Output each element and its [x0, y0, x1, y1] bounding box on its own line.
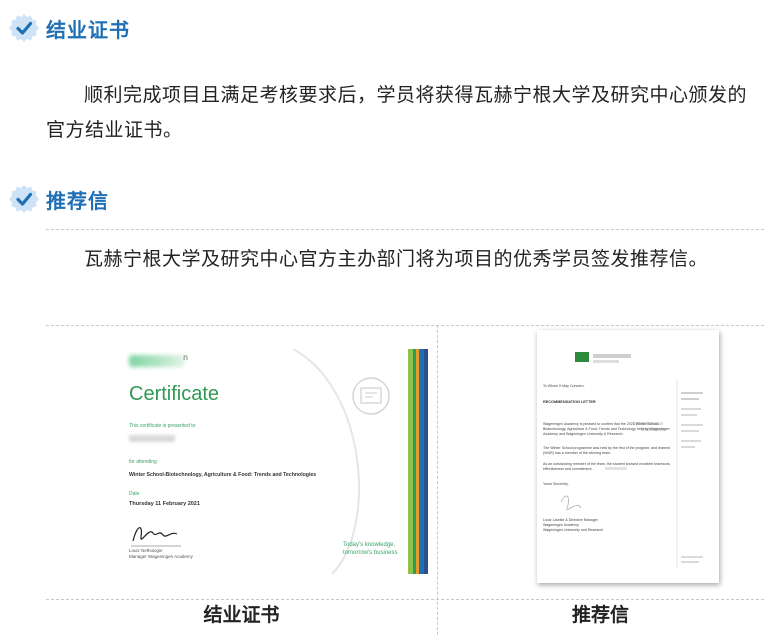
divider — [46, 229, 764, 230]
table-top-border — [46, 325, 764, 326]
letter-body-3: As an outstanding member of the team, th… — [543, 462, 671, 471]
certificate-image: n Certificate This certificate is presen… — [117, 349, 428, 574]
certificate-tagline: Today's knowledge, tomorrow's business — [343, 541, 398, 557]
section-heading-certificate: 结业证书 — [8, 12, 130, 44]
certificate-title: Certificate — [129, 383, 220, 405]
letter-decoration — [560, 352, 703, 568]
caption-certificate: 结业证书 — [203, 604, 280, 626]
letter-signer-line-2: Wageningen Academy — [543, 523, 579, 527]
letter-body-1: Wageningen Academy is pleased to confirm… — [543, 422, 670, 436]
certificate-color-stripes — [408, 349, 428, 574]
certificate-signer: Louiz Nethologie Manager Wageningen Acad… — [129, 548, 193, 560]
certificate-date-label: Date — [129, 491, 140, 497]
letter-signer-line-3: Wageningen University and Research — [543, 528, 604, 532]
certificate-logo-letter: n — [183, 353, 189, 362]
letter-salutation: To Whom It May Concern, — [543, 384, 585, 388]
letter-body-2: The Winter School programme was held by … — [543, 446, 671, 455]
check-badge-icon — [8, 183, 40, 215]
table-column-divider — [437, 325, 438, 635]
certificate-tagline-line-2: tomorrow's business — [343, 550, 398, 556]
recommendation-paragraph: 瓦赫宁根大学及研究中心官方主办部门将为项目的优秀学员签发推荐信。 — [84, 248, 709, 270]
certificate-recipient-redacted — [129, 435, 175, 442]
certificate-signer-role: Manager Wageningen Academy — [129, 554, 193, 559]
certificate-signature — [131, 527, 181, 547]
certificate-paragraph: 顺利完成项目且满足考核要求后，学员将获得瓦赫宁根大学及研究中心颁发的官方结业证书… — [46, 84, 748, 141]
certificate-course: Winter School-Biotechnology, Agriculture… — [129, 472, 317, 478]
certificate-tagline-line-1: Today's knowledge, — [343, 542, 396, 548]
certificate-date: Thursday 11 February 2021 — [129, 501, 200, 507]
caption-letter: 推荐信 — [571, 604, 629, 626]
section-title: 结业证书 — [46, 17, 130, 42]
recommendation-letter-image: To Whom It May Concern, RECOMMENDATION L… — [537, 330, 719, 583]
certificate-presented-to: This certificate is presented to — [129, 423, 196, 429]
stripe — [424, 349, 428, 574]
certificate-logo — [129, 355, 185, 367]
letter-closing: Yours Sincerely, — [543, 482, 569, 486]
letter-heading: RECOMMENDATION LETTER — [543, 400, 596, 404]
check-badge-icon — [8, 12, 40, 44]
section-title: 推荐信 — [46, 188, 109, 213]
certificate-for-attending: for attending — [129, 459, 157, 465]
section-heading-recommendation: 推荐信 — [8, 183, 109, 215]
letter-signer-line-1: Louiz Laurike & Directive Manager — [543, 518, 598, 522]
